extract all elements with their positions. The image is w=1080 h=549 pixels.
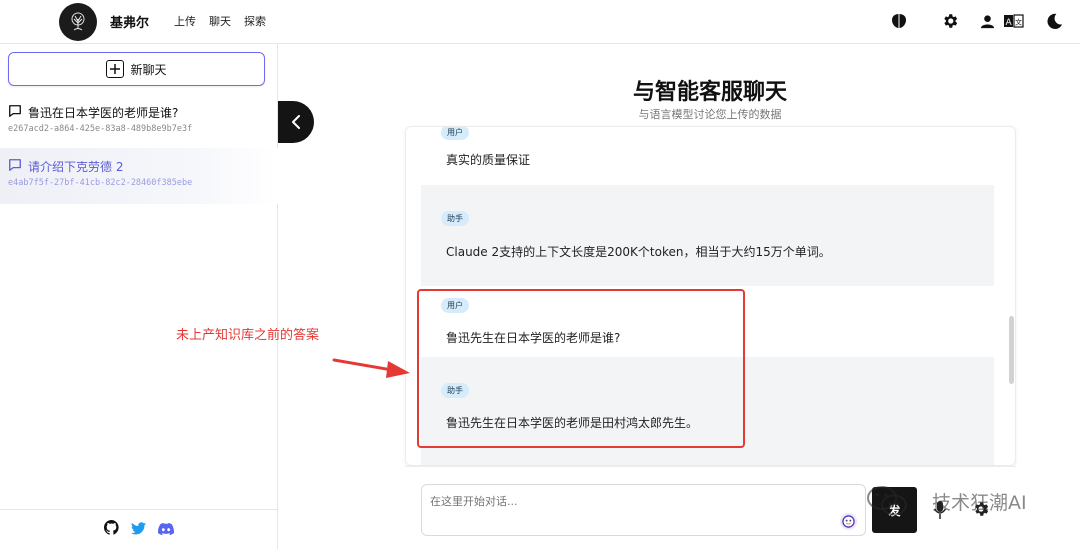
chat-bubble-icon (8, 158, 22, 175)
chat-bubble-icon (8, 104, 22, 121)
nav-chat[interactable]: 聊天 (209, 13, 231, 29)
annotation-text: 未上产知识库之前的答案 (176, 328, 320, 343)
scrollbar[interactable] (1009, 127, 1015, 465)
sidebar: 新聊天 鲁迅在日本学医的老师是谁? e267acd2-a864-425e-83a… (0, 44, 278, 549)
brain-icon[interactable] (888, 10, 910, 32)
brand-name: 基弗尔 (110, 16, 150, 31)
message-assistant: 助手 Claude 2支持的上下文长度是200K个token，相当于大约15万个… (421, 185, 994, 286)
logo[interactable] (59, 3, 97, 41)
scrollbar-thumb[interactable] (1009, 316, 1014, 384)
chevron-left-icon (292, 115, 300, 129)
nav-explore[interactable]: 探索 (244, 13, 266, 29)
chat-item-title: 鲁迅在日本学医的老师是谁? (28, 106, 179, 120)
watermark-text: 技术狂潮AI (932, 491, 1027, 514)
chat-item[interactable]: 鲁迅在日本学医的老师是谁? e267acd2-a864-425e-83a8-48… (0, 94, 278, 150)
page-subtitle: 与语言模型讨论您上传的数据 (638, 108, 782, 121)
translate-icon[interactable]: A文 (1004, 10, 1024, 32)
highlight-box (417, 289, 745, 448)
chat-item-id: e4ab7f5f-27bf-41cb-82c2-28460f385ebe (8, 178, 193, 188)
page-title: 与智能客服聊天 (632, 80, 787, 105)
chat-input[interactable] (421, 484, 866, 536)
sidebar-footer (0, 509, 278, 549)
arrow-icon (332, 358, 410, 378)
top-bar: 基弗尔 上传 聊天 探索 A文 (0, 0, 1080, 44)
message-user: 用户 真实的质量保证 (421, 127, 994, 179)
gear-icon[interactable] (939, 10, 961, 32)
chat-item-id: e267acd2-a864-425e-83a8-489b8e9b7e3f (8, 124, 193, 134)
emoji-icon[interactable] (840, 513, 857, 530)
watermark: 技术狂潮AI (866, 484, 1027, 518)
new-chat-label: 新聊天 (130, 62, 167, 77)
moon-icon[interactable] (1043, 10, 1065, 32)
message-text: 真实的质量保证 (446, 153, 531, 167)
wechat-icon (867, 486, 907, 516)
role-badge: 用户 (441, 127, 469, 140)
collapse-sidebar-button[interactable] (278, 101, 314, 143)
chat-item-active[interactable]: 请介绍下克劳德 2 e4ab7f5f-27bf-41cb-82c2-28460f… (0, 148, 278, 204)
twitter-icon[interactable] (131, 520, 146, 539)
discord-icon[interactable] (158, 520, 175, 539)
nav-upload[interactable]: 上传 (174, 13, 196, 29)
message-text: Claude 2支持的上下文长度是200K个token，相当于大约15万个单词。 (446, 245, 831, 259)
role-badge: 助手 (441, 211, 469, 226)
tree-icon (71, 12, 85, 31)
user-icon[interactable] (979, 10, 995, 32)
new-chat-button[interactable]: 新聊天 (8, 52, 265, 86)
svg-text:A: A (1006, 18, 1013, 28)
svg-text:文: 文 (1015, 18, 1022, 27)
plus-icon (106, 60, 125, 78)
github-icon[interactable] (103, 520, 119, 539)
chat-item-title: 请介绍下克劳德 2 (28, 160, 124, 174)
